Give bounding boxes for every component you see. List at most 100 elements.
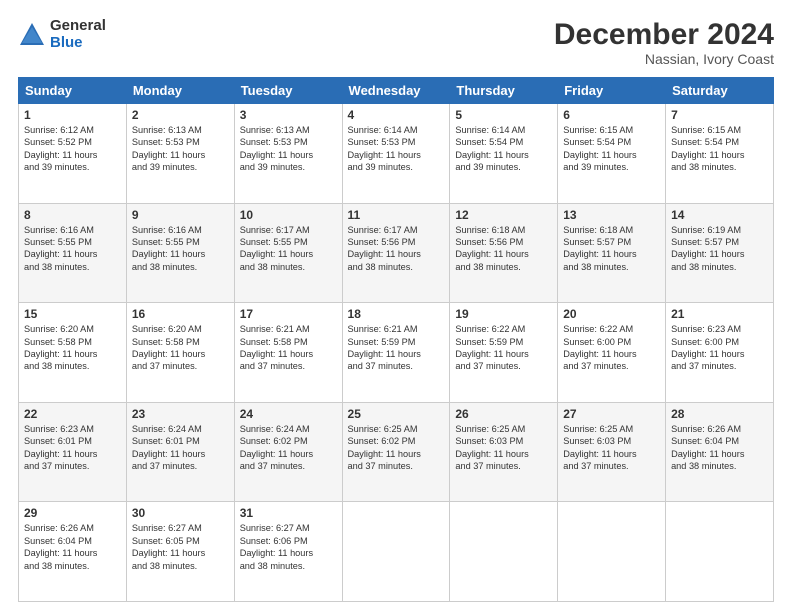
calendar-cell	[450, 502, 558, 602]
calendar-cell: 24Sunrise: 6:24 AMSunset: 6:02 PMDayligh…	[234, 402, 342, 502]
col-thursday: Thursday	[450, 78, 558, 104]
cell-text: Sunrise: 6:17 AMSunset: 5:55 PMDaylight:…	[240, 224, 337, 274]
logo: General Blue	[18, 18, 106, 51]
col-wednesday: Wednesday	[342, 78, 450, 104]
logo-blue-text: Blue	[50, 35, 106, 52]
col-friday: Friday	[558, 78, 666, 104]
day-number: 23	[132, 407, 229, 421]
cell-text: Sunrise: 6:22 AMSunset: 6:00 PMDaylight:…	[563, 323, 660, 373]
subtitle: Nassian, Ivory Coast	[554, 51, 774, 67]
cell-text: Sunrise: 6:15 AMSunset: 5:54 PMDaylight:…	[563, 124, 660, 174]
day-number: 19	[455, 307, 552, 321]
calendar-cell: 18Sunrise: 6:21 AMSunset: 5:59 PMDayligh…	[342, 303, 450, 403]
calendar-cell	[558, 502, 666, 602]
cell-text: Sunrise: 6:22 AMSunset: 5:59 PMDaylight:…	[455, 323, 552, 373]
day-number: 21	[671, 307, 768, 321]
page: General Blue December 2024 Nassian, Ivor…	[0, 0, 792, 612]
cell-text: Sunrise: 6:16 AMSunset: 5:55 PMDaylight:…	[24, 224, 121, 274]
calendar-cell	[342, 502, 450, 602]
header: General Blue December 2024 Nassian, Ivor…	[18, 18, 774, 67]
cell-text: Sunrise: 6:15 AMSunset: 5:54 PMDaylight:…	[671, 124, 768, 174]
day-number: 4	[348, 108, 445, 122]
calendar-cell: 11 Sunrise: 6:17 AMSunset: 5:56 PMDayligh…	[342, 203, 450, 303]
day-number: 10	[240, 208, 337, 222]
day-number: 27	[563, 407, 660, 421]
cell-text: Sunrise: 6:25 AMSunset: 6:02 PMDaylight:…	[348, 423, 445, 473]
calendar-cell: 31 Sunrise: 6:27 AMSunset: 6:06 PMDayligh…	[234, 502, 342, 602]
main-title: December 2024	[554, 18, 774, 51]
logo-text: General Blue	[50, 18, 106, 51]
calendar-cell: 19 Sunrise: 6:22 AMSunset: 5:59 PMDayligh…	[450, 303, 558, 403]
calendar-cell	[666, 502, 774, 602]
cell-text: Sunrise: 6:18 AMSunset: 5:56 PMDaylight:…	[455, 224, 552, 274]
col-monday: Monday	[126, 78, 234, 104]
day-number: 13	[563, 208, 660, 222]
cell-text: Sunrise: 6:16 AMSunset: 5:55 PMDaylight:…	[132, 224, 229, 274]
col-tuesday: Tuesday	[234, 78, 342, 104]
title-block: December 2024 Nassian, Ivory Coast	[554, 18, 774, 67]
day-number: 9	[132, 208, 229, 222]
calendar-cell: 20 Sunrise: 6:22 AMSunset: 6:00 PMDayligh…	[558, 303, 666, 403]
day-number: 11	[348, 208, 445, 222]
cell-text: Sunrise: 6:20 AMSunset: 5:58 PMDaylight:…	[24, 323, 121, 373]
cell-text: Sunrise: 6:13 AMSunset: 5:53 PMDaylight:…	[132, 124, 229, 174]
calendar-cell: 29 Sunrise: 6:26 AMSunset: 6:04 PMDayligh…	[19, 502, 127, 602]
calendar-cell: 26Sunrise: 6:25 AMSunset: 6:03 PMDayligh…	[450, 402, 558, 502]
table-row: 22Sunrise: 6:23 AMSunset: 6:01 PMDayligh…	[19, 402, 774, 502]
cell-text: Sunrise: 6:13 AMSunset: 5:53 PMDaylight:…	[240, 124, 337, 174]
day-number: 29	[24, 506, 121, 520]
calendar-cell: 23Sunrise: 6:24 AMSunset: 6:01 PMDayligh…	[126, 402, 234, 502]
calendar-cell: 12Sunrise: 6:18 AMSunset: 5:56 PMDayligh…	[450, 203, 558, 303]
table-row: 29 Sunrise: 6:26 AMSunset: 6:04 PMDayligh…	[19, 502, 774, 602]
calendar-cell: 4 Sunrise: 6:14 AMSunset: 5:53 PMDaylight…	[342, 104, 450, 204]
table-row: 8 Sunrise: 6:16 AMSunset: 5:55 PMDaylight…	[19, 203, 774, 303]
day-number: 5	[455, 108, 552, 122]
day-number: 28	[671, 407, 768, 421]
logo-general: General	[50, 18, 106, 35]
day-number: 30	[132, 506, 229, 520]
cell-text: Sunrise: 6:25 AMSunset: 6:03 PMDaylight:…	[563, 423, 660, 473]
cell-text: Sunrise: 6:27 AMSunset: 6:06 PMDaylight:…	[240, 522, 337, 572]
day-number: 6	[563, 108, 660, 122]
calendar-cell: 30 Sunrise: 6:27 AMSunset: 6:05 PMDayligh…	[126, 502, 234, 602]
calendar-cell: 2 Sunrise: 6:13 AMSunset: 5:53 PMDaylight…	[126, 104, 234, 204]
day-number: 2	[132, 108, 229, 122]
cell-text: Sunrise: 6:19 AMSunset: 5:57 PMDaylight:…	[671, 224, 768, 274]
calendar-table: Sunday Monday Tuesday Wednesday Thursday…	[18, 77, 774, 602]
day-number: 31	[240, 506, 337, 520]
logo-icon	[18, 21, 46, 49]
cell-text: Sunrise: 6:14 AMSunset: 5:53 PMDaylight:…	[348, 124, 445, 174]
calendar-cell: 13Sunrise: 6:18 AMSunset: 5:57 PMDayligh…	[558, 203, 666, 303]
calendar-cell: 1 Sunrise: 6:12 AMSunset: 5:52 PMDaylight…	[19, 104, 127, 204]
cell-text: Sunrise: 6:17 AMSunset: 5:56 PMDaylight:…	[348, 224, 445, 274]
calendar-cell: 21 Sunrise: 6:23 AMSunset: 6:00 PMDayligh…	[666, 303, 774, 403]
calendar-cell: 27 Sunrise: 6:25 AMSunset: 6:03 PMDayligh…	[558, 402, 666, 502]
day-number: 20	[563, 307, 660, 321]
calendar-cell: 14Sunrise: 6:19 AMSunset: 5:57 PMDayligh…	[666, 203, 774, 303]
col-saturday: Saturday	[666, 78, 774, 104]
cell-text: Sunrise: 6:12 AMSunset: 5:52 PMDaylight:…	[24, 124, 121, 174]
col-sunday: Sunday	[19, 78, 127, 104]
day-number: 17	[240, 307, 337, 321]
cell-text: Sunrise: 6:20 AMSunset: 5:58 PMDaylight:…	[132, 323, 229, 373]
calendar-cell: 5 Sunrise: 6:14 AMSunset: 5:54 PMDaylight…	[450, 104, 558, 204]
day-number: 16	[132, 307, 229, 321]
cell-text: Sunrise: 6:26 AMSunset: 6:04 PMDaylight:…	[24, 522, 121, 572]
day-number: 25	[348, 407, 445, 421]
calendar-cell: 3Sunrise: 6:13 AMSunset: 5:53 PMDaylight…	[234, 104, 342, 204]
day-number: 7	[671, 108, 768, 122]
table-row: 1 Sunrise: 6:12 AMSunset: 5:52 PMDaylight…	[19, 104, 774, 204]
cell-text: Sunrise: 6:23 AMSunset: 6:00 PMDaylight:…	[671, 323, 768, 373]
cell-text: Sunrise: 6:27 AMSunset: 6:05 PMDaylight:…	[132, 522, 229, 572]
day-number: 1	[24, 108, 121, 122]
day-number: 18	[348, 307, 445, 321]
calendar-cell: 9 Sunrise: 6:16 AMSunset: 5:55 PMDaylight…	[126, 203, 234, 303]
cell-text: Sunrise: 6:21 AMSunset: 5:58 PMDaylight:…	[240, 323, 337, 373]
day-number: 8	[24, 208, 121, 222]
cell-text: Sunrise: 6:24 AMSunset: 6:02 PMDaylight:…	[240, 423, 337, 473]
calendar-cell: 8 Sunrise: 6:16 AMSunset: 5:55 PMDaylight…	[19, 203, 127, 303]
calendar-cell: 17 Sunrise: 6:21 AMSunset: 5:58 PMDayligh…	[234, 303, 342, 403]
calendar-cell: 22Sunrise: 6:23 AMSunset: 6:01 PMDayligh…	[19, 402, 127, 502]
calendar-cell: 25 Sunrise: 6:25 AMSunset: 6:02 PMDayligh…	[342, 402, 450, 502]
cell-text: Sunrise: 6:14 AMSunset: 5:54 PMDaylight:…	[455, 124, 552, 174]
